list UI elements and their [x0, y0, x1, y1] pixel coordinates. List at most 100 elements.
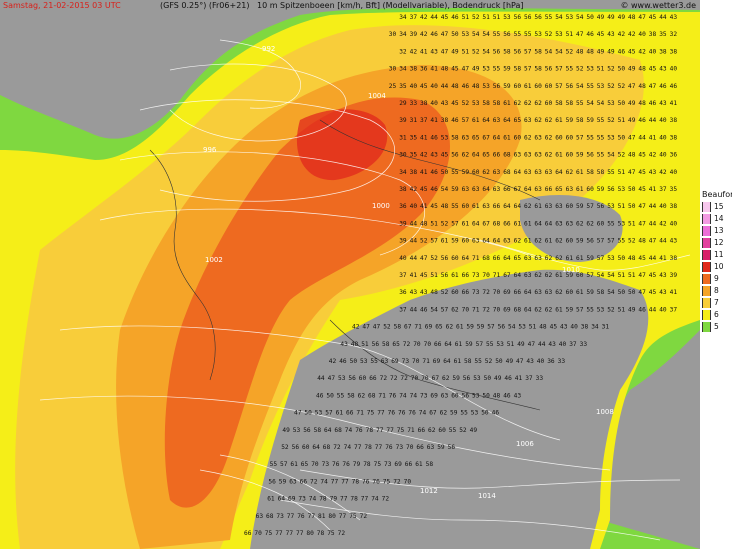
gust-value: 62 [514, 238, 522, 245]
gust-value: 41 [420, 48, 428, 55]
gust-value: 49 [517, 341, 525, 348]
gust-value: 61 [524, 220, 532, 227]
gust-value: 39 [399, 220, 407, 227]
gust-value: 55 [474, 358, 482, 365]
gust-value: 47 [649, 238, 657, 245]
gust-value: 53 [566, 14, 574, 21]
gust-value: 55 [566, 66, 574, 73]
gust-value: 38 [659, 48, 667, 55]
gust-value: 64 [524, 289, 532, 296]
gust-value: 68 [503, 152, 511, 159]
gust-value: 76 [398, 410, 406, 417]
gust-value: 66 [416, 444, 424, 451]
gust-value: 54 [597, 272, 605, 279]
gust-value: 62 [534, 117, 542, 124]
gust-value: 50 [618, 100, 626, 107]
gust-value: 46 [659, 83, 667, 90]
gust-value: 72 [310, 478, 318, 485]
gust-value: 38 [670, 117, 678, 124]
gust-value: 46 [430, 169, 438, 176]
gust-value: 63 [534, 169, 542, 176]
gust-value: 66 [493, 203, 501, 210]
gust-value: 66 [405, 461, 413, 468]
gust-value: 43 [659, 272, 667, 279]
gust-value: 61 [534, 203, 542, 210]
gust-value: 47 [576, 31, 584, 38]
gust-value: 50 [304, 410, 312, 417]
gust-value: 78 [366, 427, 374, 434]
gust-value: 59 [451, 238, 459, 245]
gust-value: 47 [516, 358, 524, 365]
gust-value: 77 [287, 513, 295, 520]
gust-value: 46 [503, 392, 511, 399]
gust-value: 58 [382, 341, 390, 348]
gust-value: 63 [493, 186, 501, 193]
gust-value: 30 [389, 66, 397, 73]
gust-value: 76 [355, 427, 363, 434]
gust-value: 59 [576, 238, 584, 245]
gust-value: 46 [451, 14, 459, 21]
legend-swatch [702, 298, 711, 308]
gust-value: 46 [430, 31, 438, 38]
gust-value: 62 [545, 152, 553, 159]
gust-value: 47 [628, 83, 636, 90]
gust-value: 39 [399, 238, 407, 245]
legend-swatch [702, 322, 711, 332]
gust-value: 54 [597, 100, 605, 107]
gust-value: 48 [638, 238, 646, 245]
gust-value: 65 [514, 255, 522, 262]
gust-value: 61 [566, 255, 574, 262]
gust-value: 49 [597, 14, 605, 21]
gust-value: 41 [430, 117, 438, 124]
gust-value: 58 [464, 358, 472, 365]
gust-value: 47 [628, 134, 636, 141]
gust-value: 68 [368, 392, 376, 399]
gust-value: 42 [410, 48, 418, 55]
gust-value: 66 [514, 289, 522, 296]
source-credit: © www.wetter3.de [620, 1, 696, 10]
gust-value: 62 [534, 306, 542, 313]
gust-value: 40 [399, 255, 407, 262]
gust-value: 49 [597, 48, 605, 55]
gust-value: 47 [638, 203, 646, 210]
gust-value: 62 [514, 100, 522, 107]
gust-value: 52 [430, 255, 438, 262]
gust-value: 51 [430, 272, 438, 279]
gust-value: 72 [338, 530, 346, 537]
gust-value: 35 [670, 186, 678, 193]
gust-value: 56 [463, 375, 471, 382]
gust-value: 62 [555, 255, 563, 262]
legend-level: 11 [702, 250, 732, 260]
gust-value: 64 [278, 496, 286, 503]
gust-value: 77 [361, 496, 369, 503]
gust-value: 62 [446, 324, 454, 331]
gust-value: 36 [399, 289, 407, 296]
gust-value: 75 [383, 478, 391, 485]
gust-value: 73 [420, 392, 428, 399]
gust-value: 58 [451, 134, 459, 141]
gust-value: 59 [597, 186, 605, 193]
gust-value: 38 [441, 117, 449, 124]
gust-value: 46 [430, 134, 438, 141]
gust-value: 62 [555, 238, 563, 245]
gust-value: 42 [649, 152, 657, 159]
gust-value: 51 [493, 14, 501, 21]
gust-value: 54 [586, 100, 594, 107]
gust-value: 54 [545, 48, 553, 55]
gust-value: 40 [570, 324, 578, 331]
gust-value: 49 [628, 306, 636, 313]
gust-value: 56 [524, 14, 532, 21]
gust-value: 61 [555, 152, 563, 159]
gust-value: 49 [628, 117, 636, 124]
gust-value: 61 [576, 255, 584, 262]
gust-value: 39 [410, 31, 418, 38]
gust-value: 59 [566, 272, 574, 279]
gust-value: 38 [670, 255, 678, 262]
gust-value: 60 [514, 83, 522, 90]
gust-value: 42 [659, 169, 667, 176]
gust-value: 58 [534, 48, 542, 55]
gust-value: 60 [451, 255, 459, 262]
gust-value: 48 [472, 83, 480, 90]
gust-value: 47 [649, 83, 657, 90]
gust-value: 36 [399, 203, 407, 210]
